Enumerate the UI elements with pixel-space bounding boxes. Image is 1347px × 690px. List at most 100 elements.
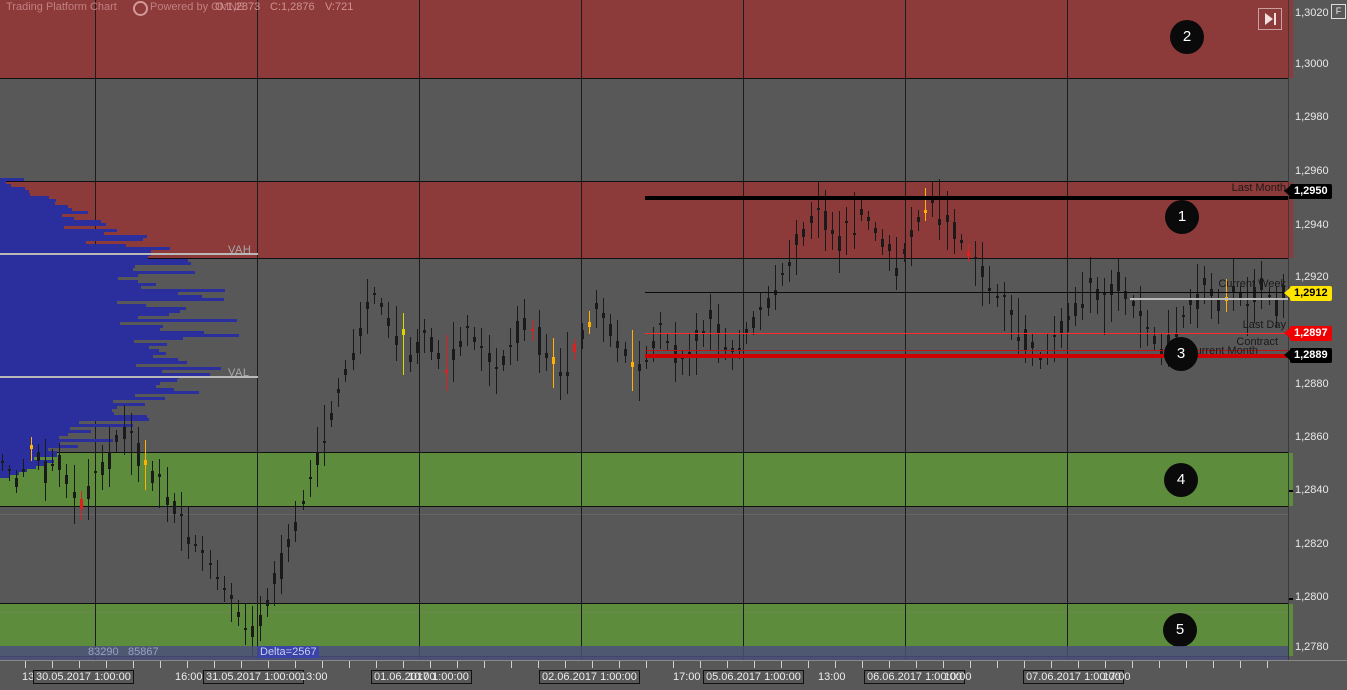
chart-plot-area[interactable]: VAH VAL Last Month Current Week Last Day… (0, 0, 1288, 660)
val-label: VAL (228, 367, 250, 379)
time-tick (1024, 661, 1025, 668)
candle-body (1031, 341, 1034, 348)
price-marker-yellow[interactable]: 1,2912 (1284, 286, 1332, 301)
time-tick (943, 661, 944, 668)
time-tick (133, 661, 134, 668)
annotation-badge-5[interactable]: 5 (1163, 613, 1197, 647)
candle-body (151, 470, 154, 483)
candle-wick (167, 467, 168, 522)
candle-body (895, 267, 898, 277)
candle-wick (374, 287, 375, 305)
scale-zone-green (1289, 453, 1293, 506)
candle-body (1132, 300, 1135, 307)
candle-body (180, 514, 183, 517)
candle-wick (202, 536, 203, 572)
candle-body (402, 329, 405, 335)
candle-wick (603, 298, 604, 342)
candle-body (22, 469, 25, 472)
time-scale[interactable]: 13:00 30.05.2017 1:00:00 16:0031.05.2017 1… (0, 660, 1347, 690)
candle-body (938, 219, 941, 225)
time-tick (241, 661, 242, 668)
candle-body (445, 370, 448, 373)
candle-body (244, 628, 247, 631)
annotation-badge-2[interactable]: 2 (1170, 20, 1204, 54)
candle-body (73, 492, 76, 498)
annotation-badge-4[interactable]: 4 (1164, 463, 1198, 497)
scale-format-toggle[interactable]: F (1331, 4, 1346, 19)
candle-wick (696, 313, 697, 375)
candle-body (216, 577, 219, 580)
candle-wick (467, 315, 468, 346)
price-scale[interactable]: 1,3020 1,3000 1,2980 1,2960 1,2940 1,2920 1,29… (1284, 0, 1347, 660)
candle-body (624, 349, 627, 356)
candle-wick (846, 207, 847, 256)
price-marker-red[interactable]: 1,2897 (1284, 326, 1332, 341)
level-label: Current Week (1218, 278, 1286, 290)
time-tick (403, 661, 404, 668)
candle-body (44, 460, 47, 483)
scale-zone-green (1289, 604, 1293, 656)
time-tick (295, 661, 296, 668)
candle-wick (496, 347, 497, 395)
time-tick (646, 661, 647, 668)
time-tick (1240, 661, 1241, 668)
candle-body (1203, 278, 1206, 285)
candle-body (573, 344, 576, 353)
time-tick (106, 661, 107, 668)
candle-body (709, 310, 712, 320)
candle-wick (775, 265, 776, 310)
candle-body (344, 368, 347, 375)
time-tick (430, 661, 431, 668)
candle-body (452, 348, 455, 360)
annotation-badge-3[interactable]: 3 (1164, 337, 1198, 371)
zone-divider (0, 506, 1288, 507)
candle-body (423, 330, 426, 333)
candle-wick (95, 464, 96, 487)
zone-divider (0, 603, 1288, 604)
candle-body (352, 353, 355, 360)
price-tick: 1,3000 (1295, 58, 1329, 70)
price-marker-black[interactable]: 1,2950 (1284, 184, 1332, 199)
candle-body (80, 498, 83, 510)
candle-body (323, 441, 326, 444)
candle-body (8, 469, 11, 472)
candle-body (638, 363, 641, 371)
candle-body (194, 543, 197, 546)
price-marker-black[interactable]: 1,2889 (1284, 348, 1332, 363)
candle-wick (1190, 288, 1191, 325)
annotation-badge-1[interactable]: 1 (1165, 200, 1199, 234)
candle-body (1268, 295, 1271, 298)
candle-body (158, 474, 161, 478)
candle-body (609, 323, 612, 336)
candle-body (860, 209, 863, 215)
candle-body (874, 227, 877, 233)
candle-body (845, 220, 848, 223)
candle-wick (1082, 271, 1083, 320)
candle-wick (1104, 277, 1105, 336)
candle-wick (396, 306, 397, 361)
marker-pointer (1284, 288, 1290, 298)
candle-body (223, 587, 226, 590)
time-tick (25, 661, 26, 668)
candle-body (287, 538, 290, 547)
candle-wick (1004, 281, 1005, 332)
trading-chart-window: VAH VAL Last Month Current Week Last Day… (0, 0, 1347, 690)
marker-value: 1,2912 (1294, 287, 1328, 299)
candle-body (387, 317, 390, 326)
time-tick (916, 661, 917, 668)
candle-body (144, 459, 147, 465)
time-tick (1105, 661, 1106, 668)
candle-wick (446, 334, 447, 392)
go-to-latest-button[interactable] (1258, 8, 1282, 30)
candle-wick (324, 405, 325, 466)
candle-body (87, 486, 90, 499)
price-tick: 1,2860 (1295, 431, 1329, 443)
candle-body (230, 594, 233, 599)
candle-body (838, 236, 841, 251)
time-tick (268, 661, 269, 668)
candle-body (538, 327, 541, 356)
candle-body (523, 317, 526, 330)
candle-body (294, 521, 297, 532)
price-tick: 1,2960 (1295, 165, 1329, 177)
candle-body (51, 463, 54, 466)
